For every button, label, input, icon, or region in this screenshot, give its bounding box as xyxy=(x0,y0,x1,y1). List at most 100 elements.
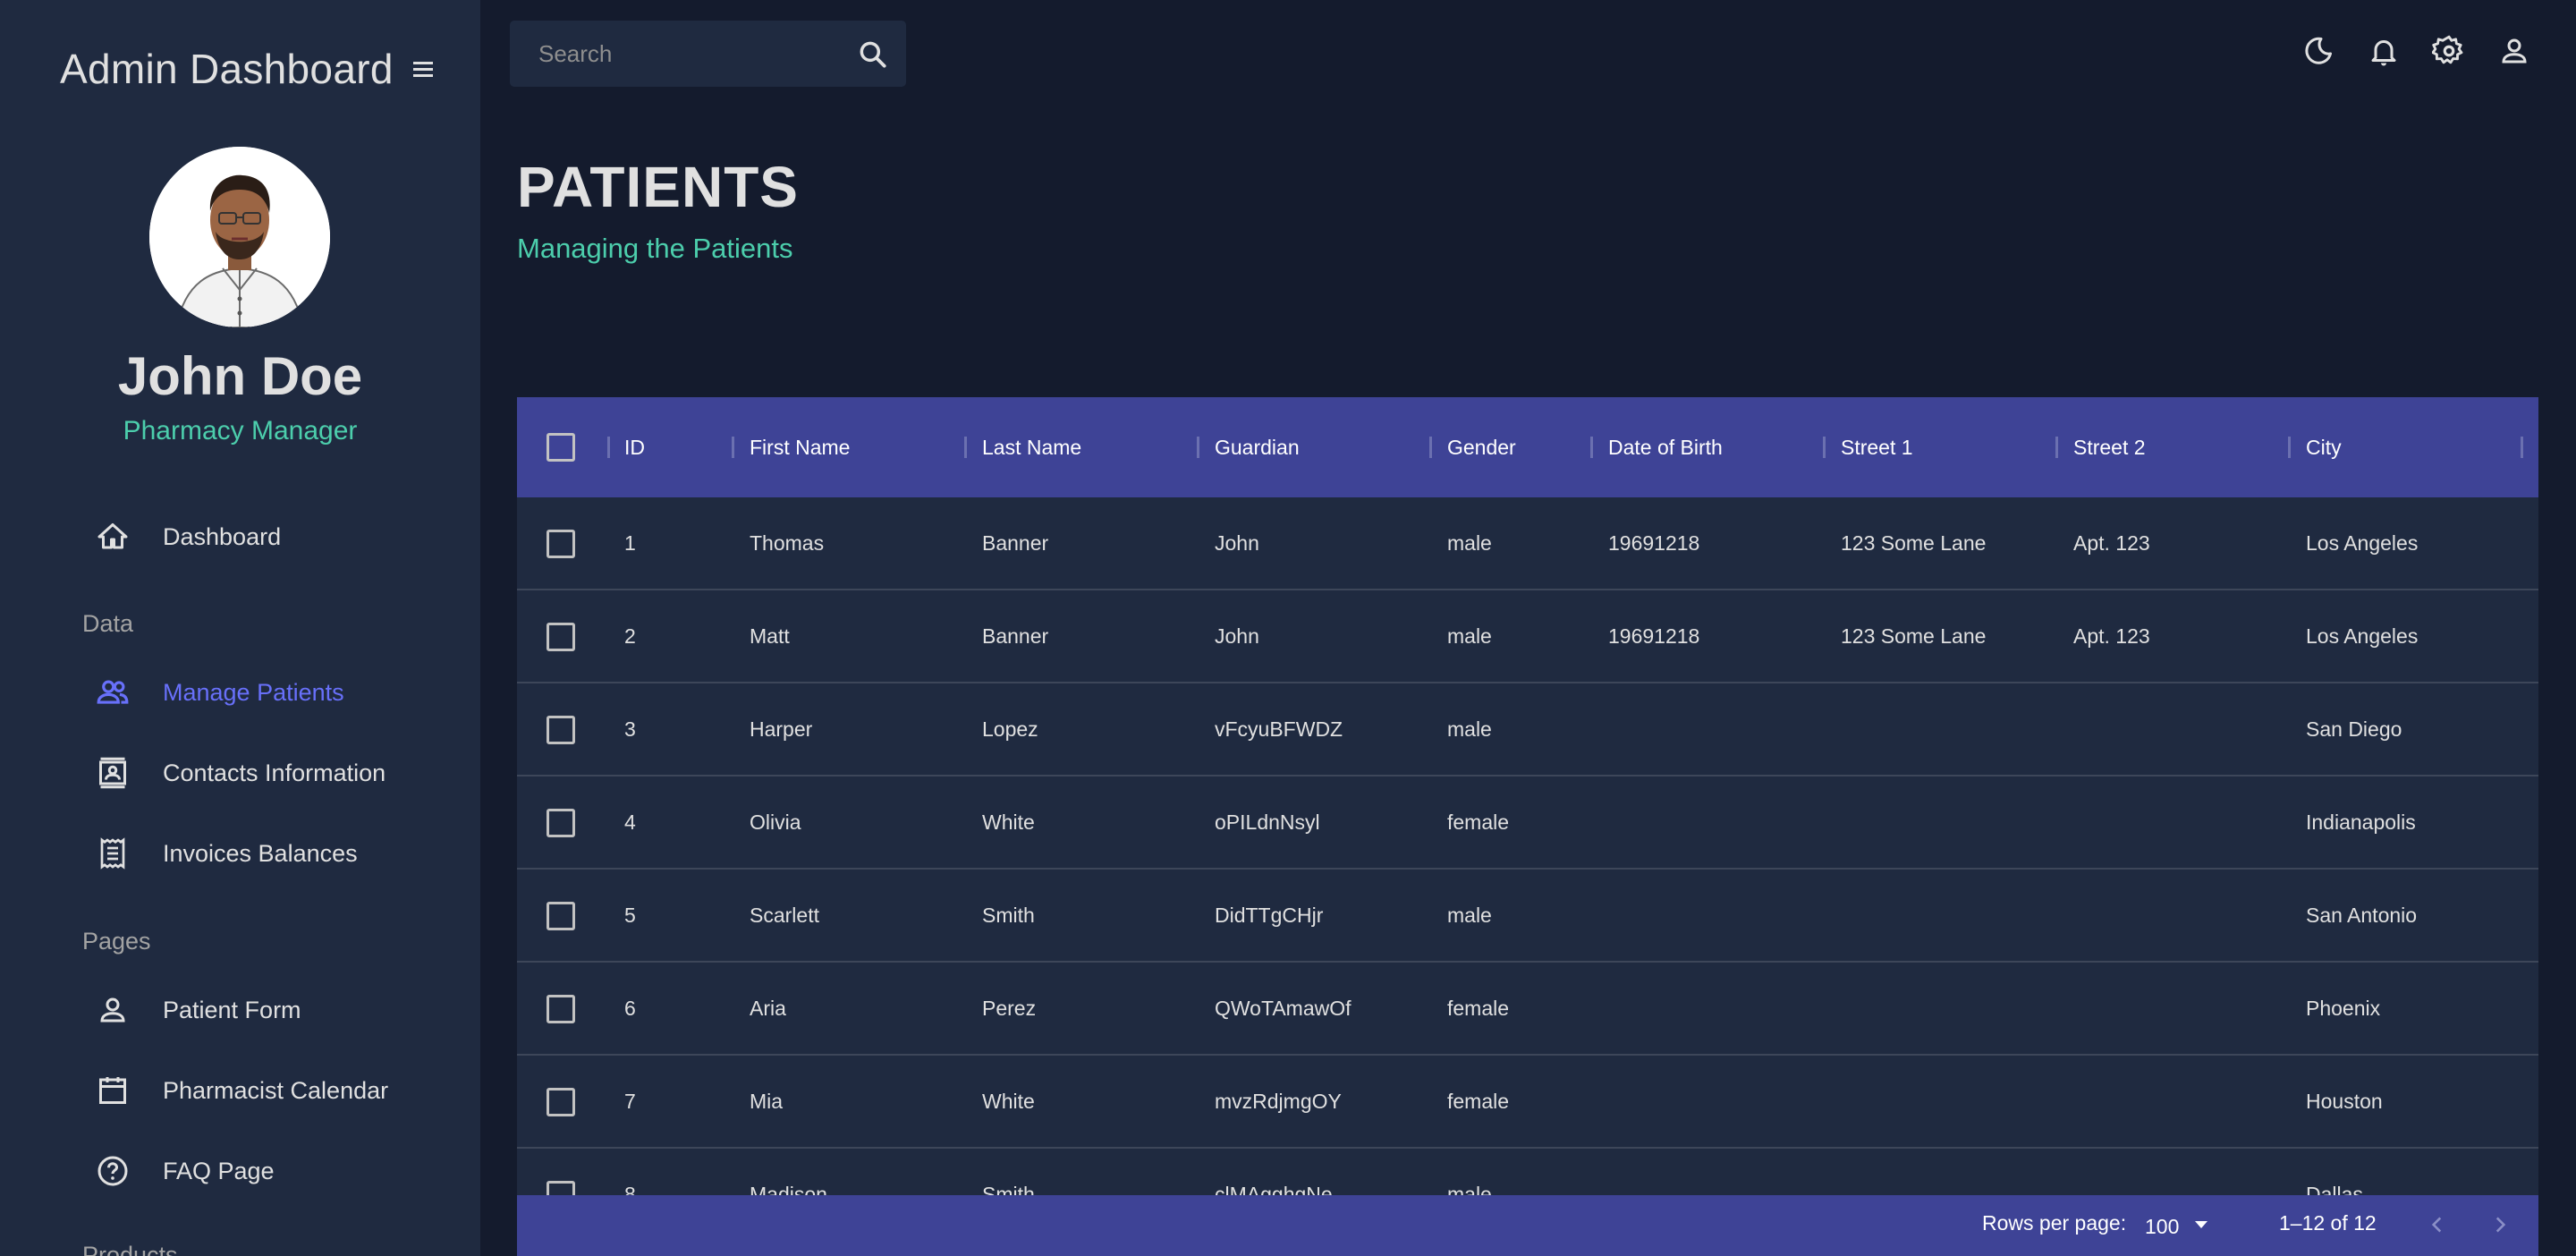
table-row[interactable]: 3 Harper Lopez vFcyuBFWDZ male San Diego xyxy=(517,683,2538,777)
cell-first-name: Thomas xyxy=(750,530,825,555)
section-products-label: Products xyxy=(82,1242,178,1256)
column-separator[interactable] xyxy=(1590,437,1593,458)
sidebar-item-contacts[interactable]: Contacts Information xyxy=(89,746,386,800)
column-separator[interactable] xyxy=(2055,437,2058,458)
search-icon[interactable] xyxy=(856,38,890,72)
table-row[interactable]: 5 Scarlett Smith DidTTgCHjr male San Ant… xyxy=(517,870,2538,963)
search-box xyxy=(510,21,906,87)
search-input[interactable] xyxy=(538,39,834,68)
cell-street-2: Apt. 123 xyxy=(2073,530,2150,555)
cell-street-1: 123 Some Lane xyxy=(1841,530,1987,555)
sidebar-item-label: FAQ Page xyxy=(163,1157,275,1184)
column-separator[interactable] xyxy=(732,437,734,458)
table-row[interactable]: 7 Mia White mvzRdjmgOY female Houston xyxy=(517,1056,2538,1149)
cell-gender: female xyxy=(1447,1089,1510,1113)
cell-guardian: John xyxy=(1215,530,1259,555)
gear-icon[interactable] xyxy=(2430,32,2468,70)
column-header-street-2[interactable]: Street 2 xyxy=(2073,397,2146,497)
cell-gender: male xyxy=(1447,903,1492,927)
row-checkbox[interactable] xyxy=(547,716,575,744)
column-header-last-name[interactable]: Last Name xyxy=(982,397,1081,497)
cell-id: 1 xyxy=(624,530,636,555)
cell-date-of-birth: 19691218 xyxy=(1608,530,1700,555)
cell-id: 2 xyxy=(624,624,636,648)
contacts-icon xyxy=(89,750,136,796)
rows-per-page-select[interactable]: 100 xyxy=(2145,1206,2209,1242)
cell-last-name: White xyxy=(982,810,1035,834)
table-row[interactable]: 2 Matt Banner John male 19691218 123 Som… xyxy=(517,590,2538,683)
sidebar-item-label: Contacts Information xyxy=(163,759,386,786)
column-header-city[interactable]: City xyxy=(2306,397,2342,497)
cell-first-name: Harper xyxy=(750,717,813,741)
row-checkbox[interactable] xyxy=(547,995,575,1023)
table-row[interactable]: 1 Thomas Banner John male 19691218 123 S… xyxy=(517,497,2538,590)
cell-guardian: mvzRdjmgOY xyxy=(1215,1089,1342,1113)
row-checkbox[interactable] xyxy=(547,902,575,930)
row-checkbox[interactable] xyxy=(547,809,575,837)
table-row[interactable]: 6 Aria Perez QWoTAmawOf female Phoenix xyxy=(517,963,2538,1056)
sidebar-item-manage-patients[interactable]: Manage Patients xyxy=(89,666,344,719)
cell-city: San Diego xyxy=(2306,717,2402,741)
sidebar-item-calendar[interactable]: Pharmacist Calendar xyxy=(89,1064,388,1117)
moon-icon[interactable] xyxy=(2300,32,2337,70)
cell-city: Phoenix xyxy=(2306,996,2381,1020)
sidebar-item-label: Pharmacist Calendar xyxy=(163,1076,389,1104)
column-separator[interactable] xyxy=(964,437,967,458)
table-row[interactable]: 4 Olivia White oPILdnNsyl female Indiana… xyxy=(517,777,2538,870)
column-separator[interactable] xyxy=(2288,437,2291,458)
sidebar-item-label: Manage Patients xyxy=(163,678,344,706)
cell-first-name: Matt xyxy=(750,624,790,648)
cell-street-1: 123 Some Lane xyxy=(1841,624,1987,648)
column-header-guardian[interactable]: Guardian xyxy=(1215,397,1300,497)
cell-city: Los Angeles xyxy=(2306,624,2419,648)
chevron-right-icon[interactable] xyxy=(2481,1206,2519,1243)
sidebar-item-invoices[interactable]: Invoices Balances xyxy=(89,827,358,880)
column-separator[interactable] xyxy=(1823,437,1826,458)
cell-id: 3 xyxy=(624,717,636,741)
cell-guardian: oPILdnNsyl xyxy=(1215,810,1320,834)
column-separator[interactable] xyxy=(1429,437,1432,458)
column-header-street-1[interactable]: Street 1 xyxy=(1841,397,1913,497)
column-header-date-of-birth[interactable]: Date of Birth xyxy=(1608,397,1723,497)
row-checkbox[interactable] xyxy=(547,1088,575,1116)
cell-first-name: Scarlett xyxy=(750,903,819,927)
account-icon[interactable] xyxy=(2496,32,2533,70)
select-all-checkbox[interactable] xyxy=(547,433,575,462)
cell-first-name: Olivia xyxy=(750,810,801,834)
cell-gender: female xyxy=(1447,996,1510,1020)
row-checkbox[interactable] xyxy=(547,623,575,651)
cell-guardian: John xyxy=(1215,624,1259,648)
cell-first-name: Mia xyxy=(750,1089,784,1113)
cell-gender: male xyxy=(1447,530,1492,555)
pagination-range: 1–12 of 12 xyxy=(2279,1211,2377,1235)
calendar-icon xyxy=(89,1067,136,1114)
cell-gender: male xyxy=(1447,717,1492,741)
column-separator[interactable] xyxy=(2521,437,2523,458)
help-icon xyxy=(89,1148,136,1194)
chevron-left-icon[interactable] xyxy=(2419,1206,2456,1243)
cell-city: Indianapolis xyxy=(2306,810,2416,834)
cell-last-name: White xyxy=(982,1089,1035,1113)
caret-down-icon xyxy=(2193,1218,2209,1235)
column-header-id[interactable]: ID xyxy=(624,397,645,497)
sidebar-item-faq[interactable]: FAQ Page xyxy=(89,1144,275,1198)
grid-footer: Rows per page: 100 1–12 of 12 xyxy=(517,1195,2538,1256)
sidebar: Admin Dashboard John Doe Pharmacy Manage… xyxy=(0,0,480,1256)
page-title: PATIENTS xyxy=(517,155,799,219)
row-checkbox[interactable] xyxy=(547,530,575,558)
sidebar-item-label: Patient Form xyxy=(163,996,301,1023)
column-separator[interactable] xyxy=(1197,437,1199,458)
receipt-icon xyxy=(89,830,136,877)
cell-id: 6 xyxy=(624,996,636,1020)
column-separator[interactable] xyxy=(607,437,610,458)
column-header-first-name[interactable]: First Name xyxy=(750,397,850,497)
cell-id: 4 xyxy=(624,810,636,834)
home-icon xyxy=(89,513,136,560)
column-header-gender[interactable]: Gender xyxy=(1447,397,1516,497)
sidebar-item-dashboard[interactable]: Dashboard xyxy=(89,510,281,564)
sidebar-item-patient-form[interactable]: Patient Form xyxy=(89,983,301,1037)
menu-toggle-icon[interactable] xyxy=(412,59,435,79)
cell-date-of-birth: 19691218 xyxy=(1608,624,1700,648)
avatar xyxy=(149,147,330,327)
bell-icon[interactable] xyxy=(2365,32,2402,70)
